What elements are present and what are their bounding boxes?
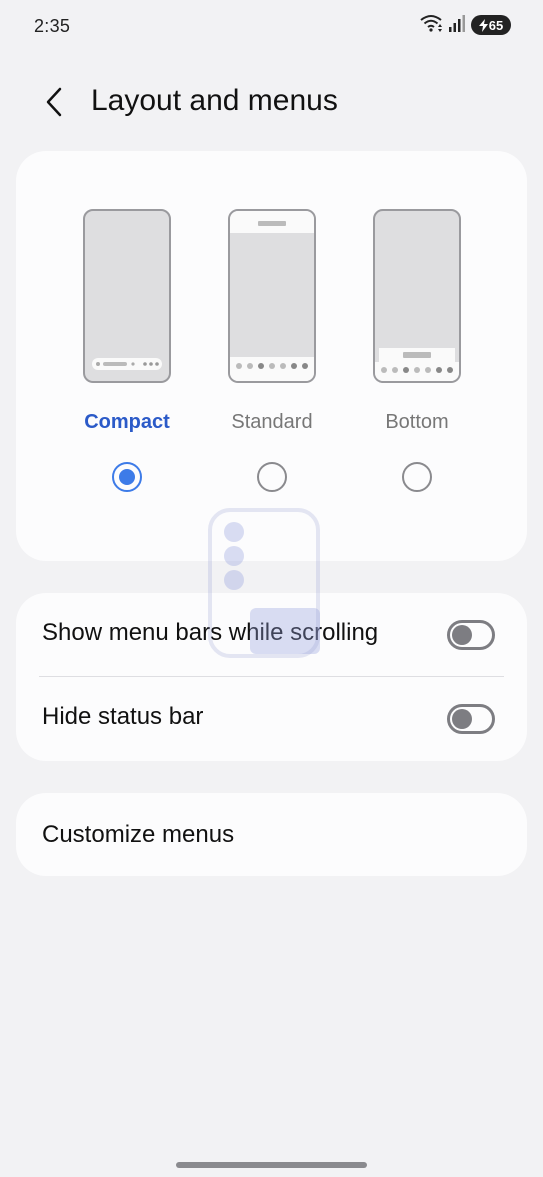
customize-menus-card[interactable]: Customize menus: [16, 793, 527, 876]
layout-selector-card: Compact Standard Bottom: [16, 151, 527, 561]
battery-charging-icon: 65: [471, 15, 511, 35]
status-bar: 2:35 65: [0, 0, 543, 52]
layout-option-compact[interactable]: Compact: [72, 151, 212, 561]
radio-standard[interactable]: [257, 462, 287, 492]
battery-level: 65: [488, 17, 504, 33]
header: Layout and menus: [0, 74, 543, 134]
status-time: 2:35: [34, 16, 71, 36]
compact-preview-image: [83, 209, 171, 383]
chevron-left-icon: [46, 87, 62, 117]
show-menu-bars-row[interactable]: Show menu bars while scrolling: [16, 593, 527, 677]
wifi-icon: [419, 13, 443, 38]
page-title: Layout and menus: [91, 84, 338, 117]
row-label: Hide status bar: [42, 703, 204, 730]
home-indicator[interactable]: [176, 1162, 367, 1168]
signal-icon: [449, 14, 465, 37]
hide-status-bar-toggle[interactable]: [447, 704, 495, 734]
row-label: Show menu bars while scrolling: [42, 619, 379, 646]
hide-status-bar-row[interactable]: Hide status bar: [16, 677, 527, 761]
layout-option-standard[interactable]: Standard: [217, 151, 357, 561]
toggles-card: Show menu bars while scrolling Hide stat…: [16, 593, 527, 761]
show-menu-bars-toggle[interactable]: [447, 620, 495, 650]
standard-preview-image: [228, 209, 316, 383]
layout-option-label: Bottom: [385, 411, 449, 433]
bottom-preview-image: [373, 209, 461, 383]
radio-bottom[interactable]: [402, 462, 432, 492]
layout-option-label: Standard: [231, 411, 313, 433]
back-button[interactable]: [36, 82, 72, 122]
layout-option-label: Compact: [84, 411, 170, 433]
layout-option-bottom[interactable]: Bottom: [362, 151, 502, 561]
customize-menus-label: Customize menus: [42, 821, 235, 848]
status-icons: 65: [419, 14, 511, 36]
radio-compact[interactable]: [112, 462, 142, 492]
